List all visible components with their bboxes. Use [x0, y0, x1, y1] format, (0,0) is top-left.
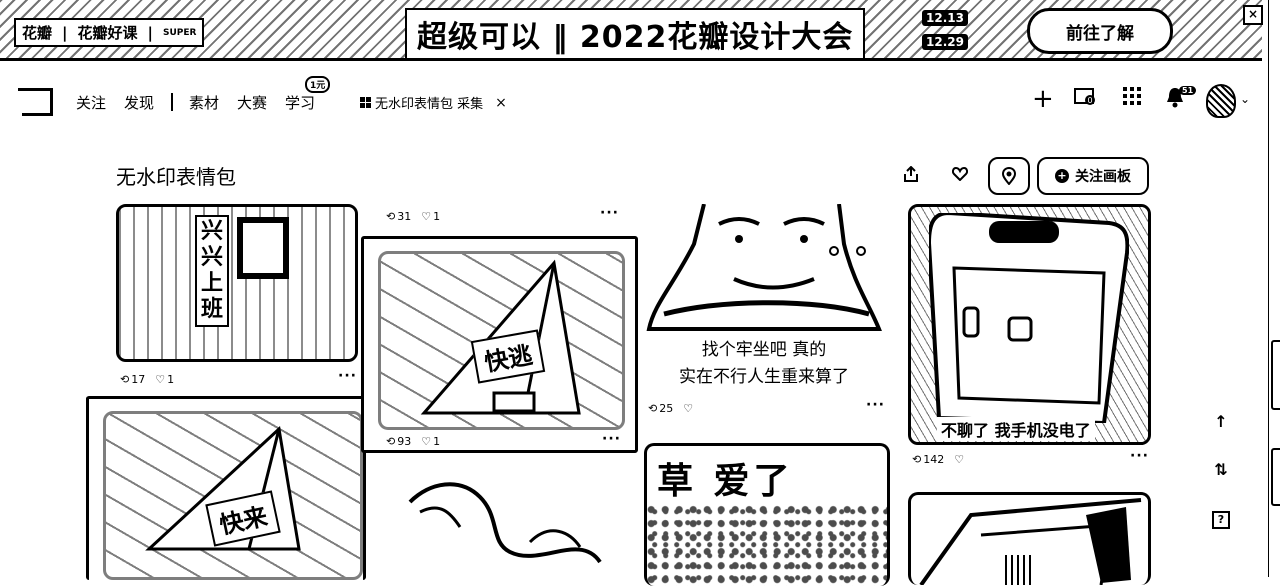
super-logo: SUPER: [163, 27, 197, 38]
pin-caption-line: 找个牢坐吧 真的: [701, 340, 827, 360]
pin-card[interactable]: [380, 472, 630, 582]
scroll-thumb[interactable]: [1271, 340, 1280, 410]
like-count: 1: [167, 373, 175, 386]
pin-image-text: 不聊了 我手机没电了: [937, 417, 1095, 441]
repin-count: 17: [131, 373, 146, 386]
plus-icon[interactable]: +: [1032, 86, 1054, 112]
nav-divider: [171, 93, 173, 111]
banner-title: 超级可以 ‖ 2022花瓣设计大会: [405, 8, 866, 58]
top-nav: 关注 发现 素材 大赛 学习 1元 无水印表情包 采集 × + 0 51 ⌄: [0, 60, 1262, 142]
help-icon-glyph: ?: [1212, 511, 1230, 529]
pin-image-text: 草 爱了: [657, 452, 794, 504]
pin-card[interactable]: [908, 492, 1151, 585]
back-to-top-icon[interactable]: ↑: [1206, 412, 1236, 431]
pin-card[interactable]: [644, 204, 884, 334]
board-tag[interactable]: 无水印表情包 采集 ×: [360, 93, 507, 112]
pin-stats: ⟲ 93 ♡ 1: [386, 435, 440, 448]
pin-card[interactable]: 草 爱了: [644, 443, 890, 586]
pin-stats: ⟲ 17 ♡ 1: [120, 373, 174, 386]
site-logo[interactable]: [18, 88, 53, 116]
nav-learn[interactable]: 学习: [285, 92, 315, 113]
repin-count: 25: [659, 402, 674, 415]
more-icon[interactable]: ···: [1130, 448, 1149, 464]
repin-icon: ⟲: [120, 373, 130, 386]
repin-count: 31: [397, 210, 412, 223]
huaban-course-logo: 花瓣好课: [77, 24, 138, 42]
huaban-logo: 花瓣: [22, 24, 53, 42]
banner-dates: 12.13 12.29: [922, 10, 968, 50]
follow-board-label: 关注画板: [1075, 169, 1131, 185]
pin-card[interactable]: 兴兴上班: [116, 204, 358, 362]
banner-logos: 花瓣 | 花瓣好课 | SUPER: [14, 18, 205, 47]
location-icon[interactable]: [988, 157, 1030, 195]
repin-icon: ⟲: [386, 210, 396, 223]
follow-board-button[interactable]: + 关注画板: [1037, 157, 1149, 195]
board-tag-label: 无水印表情包 采集: [375, 97, 484, 112]
apps-icon[interactable]: [1122, 86, 1142, 113]
scrollbar[interactable]: [1268, 0, 1280, 577]
board-tag-close-icon[interactable]: ×: [495, 95, 507, 111]
repin-count: 142: [923, 453, 945, 466]
promo-banner[interactable]: 花瓣 | 花瓣好课 | SUPER 超级可以 ‖ 2022花瓣设计大会 12.1…: [0, 0, 1262, 61]
help-icon[interactable]: ?: [1206, 508, 1236, 529]
filter-icon[interactable]: ⇅: [1206, 460, 1236, 479]
nav-follow[interactable]: 关注: [76, 92, 106, 113]
pin-card[interactable]: 不聊了 我手机没电了: [908, 204, 1151, 445]
repin-icon: ⟲: [386, 435, 396, 448]
date-end: 12.29: [922, 34, 968, 50]
banner-cta-button[interactable]: 前往了解: [1027, 8, 1173, 54]
board-title: 无水印表情包: [116, 165, 236, 189]
meme-face-image: [646, 204, 882, 331]
heart-icon[interactable]: ♡: [421, 210, 431, 223]
user-avatar[interactable]: [1206, 84, 1236, 118]
heart-icon[interactable]: ♡: [683, 402, 693, 415]
banner-close-icon[interactable]: ×: [1243, 5, 1263, 25]
plus-circle-icon: +: [1055, 169, 1069, 183]
pin-card-selected[interactable]: 快来: [86, 396, 366, 580]
pin-stats: ⟲ 31 ♡ 1: [386, 210, 440, 223]
learn-badge: 1元: [305, 76, 331, 93]
pin-caption-line: 实在不行人生重来算了: [679, 367, 849, 387]
nav-discover[interactable]: 发现: [124, 92, 154, 113]
svg-text:0: 0: [1088, 96, 1093, 105]
more-icon[interactable]: ···: [600, 205, 619, 221]
heart-icon[interactable]: ♡: [155, 373, 165, 386]
pin-image: [408, 482, 602, 564]
heart-icon[interactable]: ♡: [954, 453, 964, 466]
repin-icon: ⟲: [648, 402, 658, 415]
scroll-thumb-secondary[interactable]: [1271, 448, 1280, 506]
share-icon[interactable]: [897, 157, 925, 191]
pin-image: [647, 504, 887, 586]
pin-stats: ⟲ 142 ♡: [912, 453, 966, 466]
nav-material[interactable]: 素材: [189, 92, 219, 113]
repin-icon: ⟲: [912, 453, 922, 466]
heart-icon[interactable]: [946, 157, 974, 191]
more-icon[interactable]: ···: [866, 397, 885, 413]
pin-image: [919, 498, 1142, 585]
bell-count-badge: 51: [1179, 86, 1197, 95]
more-icon[interactable]: ···: [602, 431, 621, 447]
nav-contest[interactable]: 大赛: [237, 92, 267, 113]
upload-icon[interactable]: 0: [1074, 86, 1096, 113]
chevron-down-icon[interactable]: ⌄: [1240, 92, 1250, 106]
date-start: 12.13: [922, 10, 968, 26]
pin-caption: 找个牢坐吧 真的 实在不行人生重来算了: [644, 337, 884, 391]
phone-image: [929, 213, 1129, 423]
pin-image-text: 兴兴上班: [195, 215, 229, 327]
like-count: 1: [433, 435, 441, 448]
heart-icon[interactable]: ♡: [421, 435, 431, 448]
repin-count: 93: [397, 435, 412, 448]
pin-image-detail: [237, 217, 289, 279]
board-icon: [360, 97, 371, 108]
more-icon[interactable]: ···: [338, 368, 357, 384]
like-count: 1: [433, 210, 441, 223]
pin-card-selected[interactable]: 快逃 ⟲ 93 ♡ 1 ···: [361, 236, 638, 453]
pin-stats: ⟲ 25 ♡: [648, 402, 695, 415]
